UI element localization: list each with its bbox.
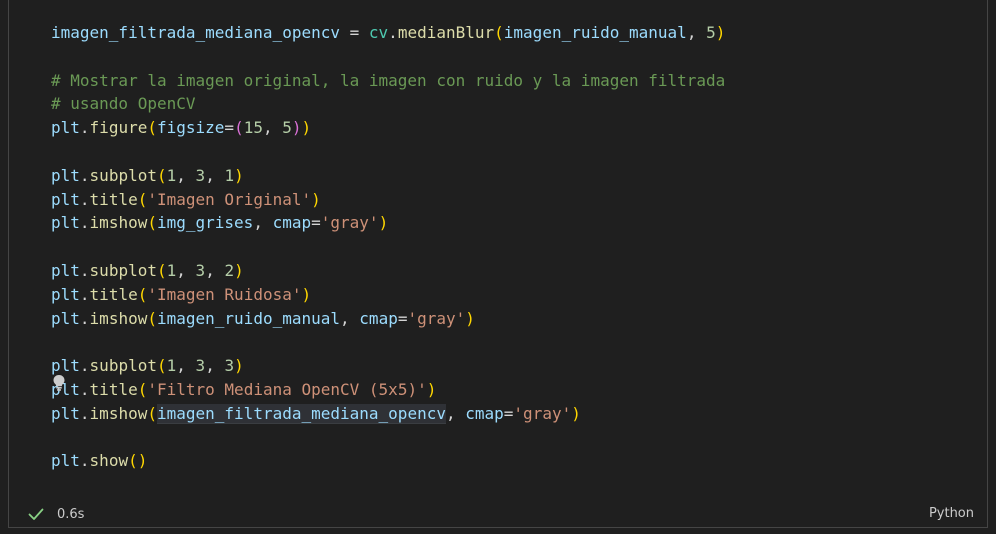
code-line[interactable]: ​ [51, 235, 725, 259]
code-line[interactable]: imagen_filtrada_mediana_opencv = cv.medi… [51, 21, 725, 45]
code-line[interactable]: plt.title('Imagen Ruidosa') [51, 283, 725, 307]
check-icon [28, 508, 44, 520]
code-line[interactable]: plt.imshow(imagen_filtrada_mediana_openc… [51, 402, 725, 426]
execution-status: 0.6s [27, 504, 84, 524]
code-line[interactable]: plt.imshow(imagen_ruido_manual, cmap='gr… [51, 307, 725, 331]
code-line[interactable]: # usando OpenCV [51, 92, 725, 116]
code-line[interactable]: ​ [51, 140, 725, 164]
code-line[interactable]: plt.subplot(1, 3, 3) [51, 354, 725, 378]
code-line[interactable]: # Mostrar la imagen original, la imagen … [51, 69, 725, 93]
code-line[interactable]: ​ [51, 426, 725, 450]
cell-language-label[interactable]: Python [929, 504, 974, 524]
code-line[interactable]: ​ [51, 330, 725, 354]
notebook-code-cell[interactable]: imagen_filtrada_mediana_opencv = cv.medi… [8, 0, 988, 528]
code-line[interactable]: plt.title('Imagen Original') [51, 188, 725, 212]
code-line[interactable]: plt.show() [51, 449, 725, 473]
code-line[interactable]: ​ [51, 45, 725, 69]
code-line[interactable]: plt.figure(figsize=(15, 5)) [51, 116, 725, 140]
code-line[interactable]: plt.imshow(img_grises, cmap='gray') [51, 211, 725, 235]
code-line[interactable]: plt.subplot(1, 3, 2) [51, 259, 725, 283]
code-line[interactable]: plt.title('Filtro Mediana OpenCV (5x5)') [51, 378, 725, 402]
execution-duration: 0.6s [57, 506, 85, 522]
code-editor[interactable]: imagen_filtrada_mediana_opencv = cv.medi… [51, 21, 725, 473]
lightbulb-icon[interactable] [51, 374, 67, 392]
code-line[interactable]: plt.subplot(1, 3, 1) [51, 164, 725, 188]
